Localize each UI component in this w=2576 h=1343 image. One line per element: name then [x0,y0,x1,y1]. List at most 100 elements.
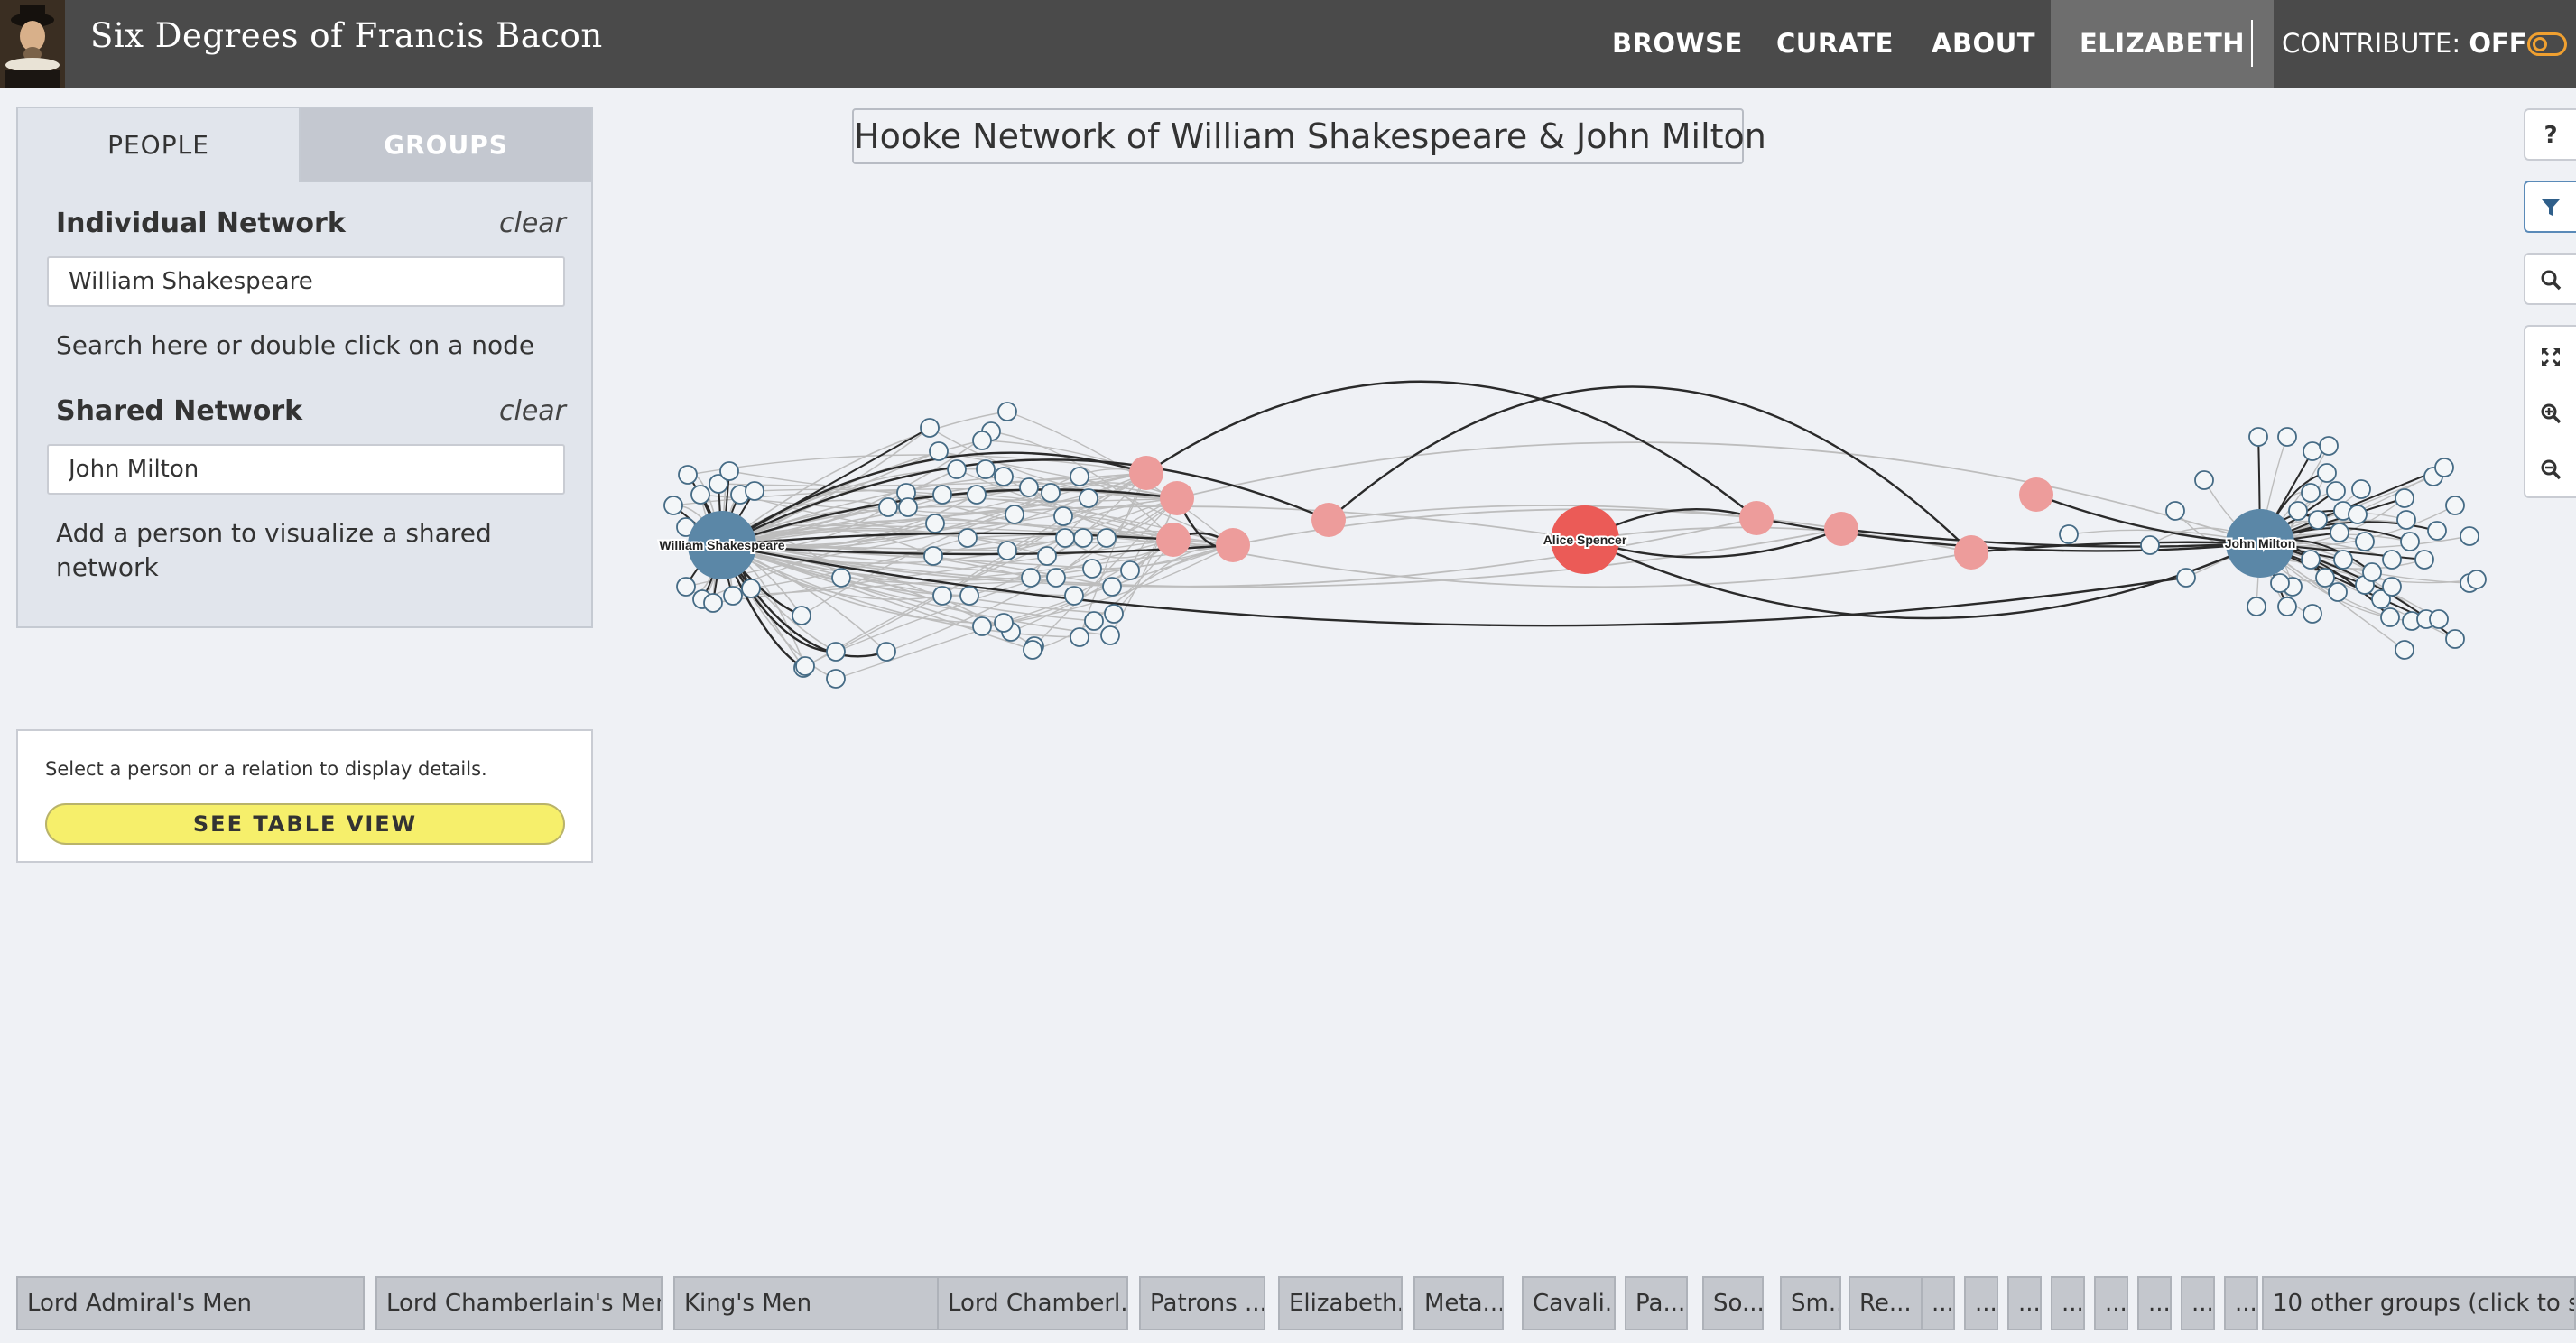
network-node[interactable] [2315,568,2335,588]
group-chip[interactable]: ... [2007,1276,2042,1330]
network-node[interactable] [1037,546,1057,566]
network-node[interactable] [2395,640,2414,660]
network-node[interactable] [2270,573,2290,593]
network-node[interactable] [972,431,992,450]
tab-people[interactable]: PEOPLE [18,108,301,182]
network-node[interactable] [723,586,743,606]
network-node[interactable] [1082,559,1102,579]
network-node[interactable] [2382,577,2402,597]
network-node[interactable] [678,465,698,485]
network-node[interactable] [1824,512,1858,546]
nav-user-elizabeth[interactable]: ELIZABETH [2051,0,2275,88]
network-node[interactable] [2427,521,2447,541]
network-node[interactable] [663,496,683,515]
group-chip[interactable]: Lord Chamberl... [937,1276,1128,1330]
shared-network-input[interactable] [47,444,565,495]
network-node[interactable] [703,593,723,613]
network-node[interactable] [1100,625,1120,645]
tab-groups[interactable]: GROUPS [301,108,591,182]
network-node[interactable] [2140,535,2160,555]
network-node[interactable] [925,514,945,533]
group-chip[interactable]: ... [1964,1276,1998,1330]
network-node[interactable] [1021,568,1041,588]
network-node[interactable] [976,459,996,479]
group-chip[interactable]: Patrons ... [1139,1276,1265,1330]
network-node[interactable] [2396,510,2416,530]
network-node[interactable] [1055,528,1075,548]
network-node[interactable] [994,613,1014,633]
network-node[interactable] [932,485,952,505]
network-node[interactable] [2414,550,2434,570]
network-node[interactable] [2165,501,2185,521]
nav-browse[interactable]: BROWSE [1612,0,1743,88]
network-node[interactable] [1023,640,1042,660]
network-node[interactable] [1064,586,1084,606]
network-node[interactable] [2362,562,2382,582]
site-title[interactable]: Six Degrees of Francis Bacon [90,16,603,55]
network-node[interactable] [2382,550,2402,570]
network-node[interactable] [2317,463,2337,483]
network-node[interactable] [2445,629,2465,649]
group-chip[interactable]: Pa... [1625,1276,1688,1330]
nav-about[interactable]: ABOUT [1932,0,2035,88]
network-node[interactable] [1046,568,1066,588]
network-node[interactable] [826,669,846,689]
group-chip[interactable]: ... [2051,1276,2085,1330]
francis-bacon-portrait-logo[interactable] [0,0,65,88]
group-chip[interactable]: ... [2094,1276,2128,1330]
network-node[interactable] [2400,532,2420,551]
network-node[interactable] [1739,501,1774,535]
network-node[interactable] [826,642,846,662]
group-chip[interactable]: Cavali... [1522,1276,1616,1330]
network-node[interactable] [923,546,943,566]
network-node[interactable] [878,497,898,517]
search-button[interactable] [2524,253,2576,305]
network-node[interactable] [997,541,1017,560]
network-node[interactable] [932,586,952,606]
network-node[interactable] [1156,523,1191,557]
network-node[interactable] [1104,604,1124,624]
network-node[interactable] [2303,441,2322,461]
network-node[interactable] [690,485,710,505]
shared-clear-link[interactable]: clear [499,395,566,427]
help-button[interactable]: ? [2524,108,2576,161]
network-node[interactable] [1160,481,1194,515]
node-alice-spencer[interactable] [1551,505,1619,574]
network-node[interactable] [947,459,967,479]
network-node[interactable] [1084,611,1104,631]
network-node[interactable] [1041,483,1061,503]
group-chip[interactable]: Lord Chamberlain's Men [375,1276,663,1330]
group-chip[interactable]: Meta... [1413,1276,1504,1330]
group-chip[interactable]: ... [2137,1276,2172,1330]
group-chip[interactable]: So... [1702,1276,1764,1330]
network-node[interactable] [972,616,992,636]
node-john-milton[interactable] [2226,509,2294,578]
network-node[interactable] [2288,501,2308,521]
network-node[interactable] [1129,456,1163,490]
group-chip[interactable]: ... [2181,1276,2215,1330]
network-node[interactable] [1070,467,1089,486]
network-node[interactable] [2467,570,2487,589]
network-node[interactable] [1070,627,1089,647]
network-node[interactable] [2351,479,2371,499]
nav-curate[interactable]: CURATE [1776,0,1894,88]
contribute-toggle-switch[interactable] [2527,32,2567,56]
network-node[interactable] [2194,470,2214,490]
network-node[interactable] [2247,597,2266,616]
network-node[interactable] [876,642,896,662]
network-node[interactable] [2326,481,2346,501]
network-node[interactable] [741,579,761,598]
network-node[interactable] [831,568,851,588]
network-node[interactable] [929,441,949,461]
network-node[interactable] [2303,604,2322,624]
network-node[interactable] [958,528,978,548]
fit-screen-button[interactable] [2525,332,2576,383]
filter-button[interactable] [2524,181,2576,233]
individual-clear-link[interactable]: clear [499,208,566,239]
network-node[interactable] [994,467,1014,486]
network-node[interactable] [792,606,811,625]
network-node[interactable] [2348,505,2368,524]
network-node[interactable] [2429,609,2449,629]
network-node[interactable] [1216,528,1250,562]
network-node[interactable] [1102,577,1122,597]
